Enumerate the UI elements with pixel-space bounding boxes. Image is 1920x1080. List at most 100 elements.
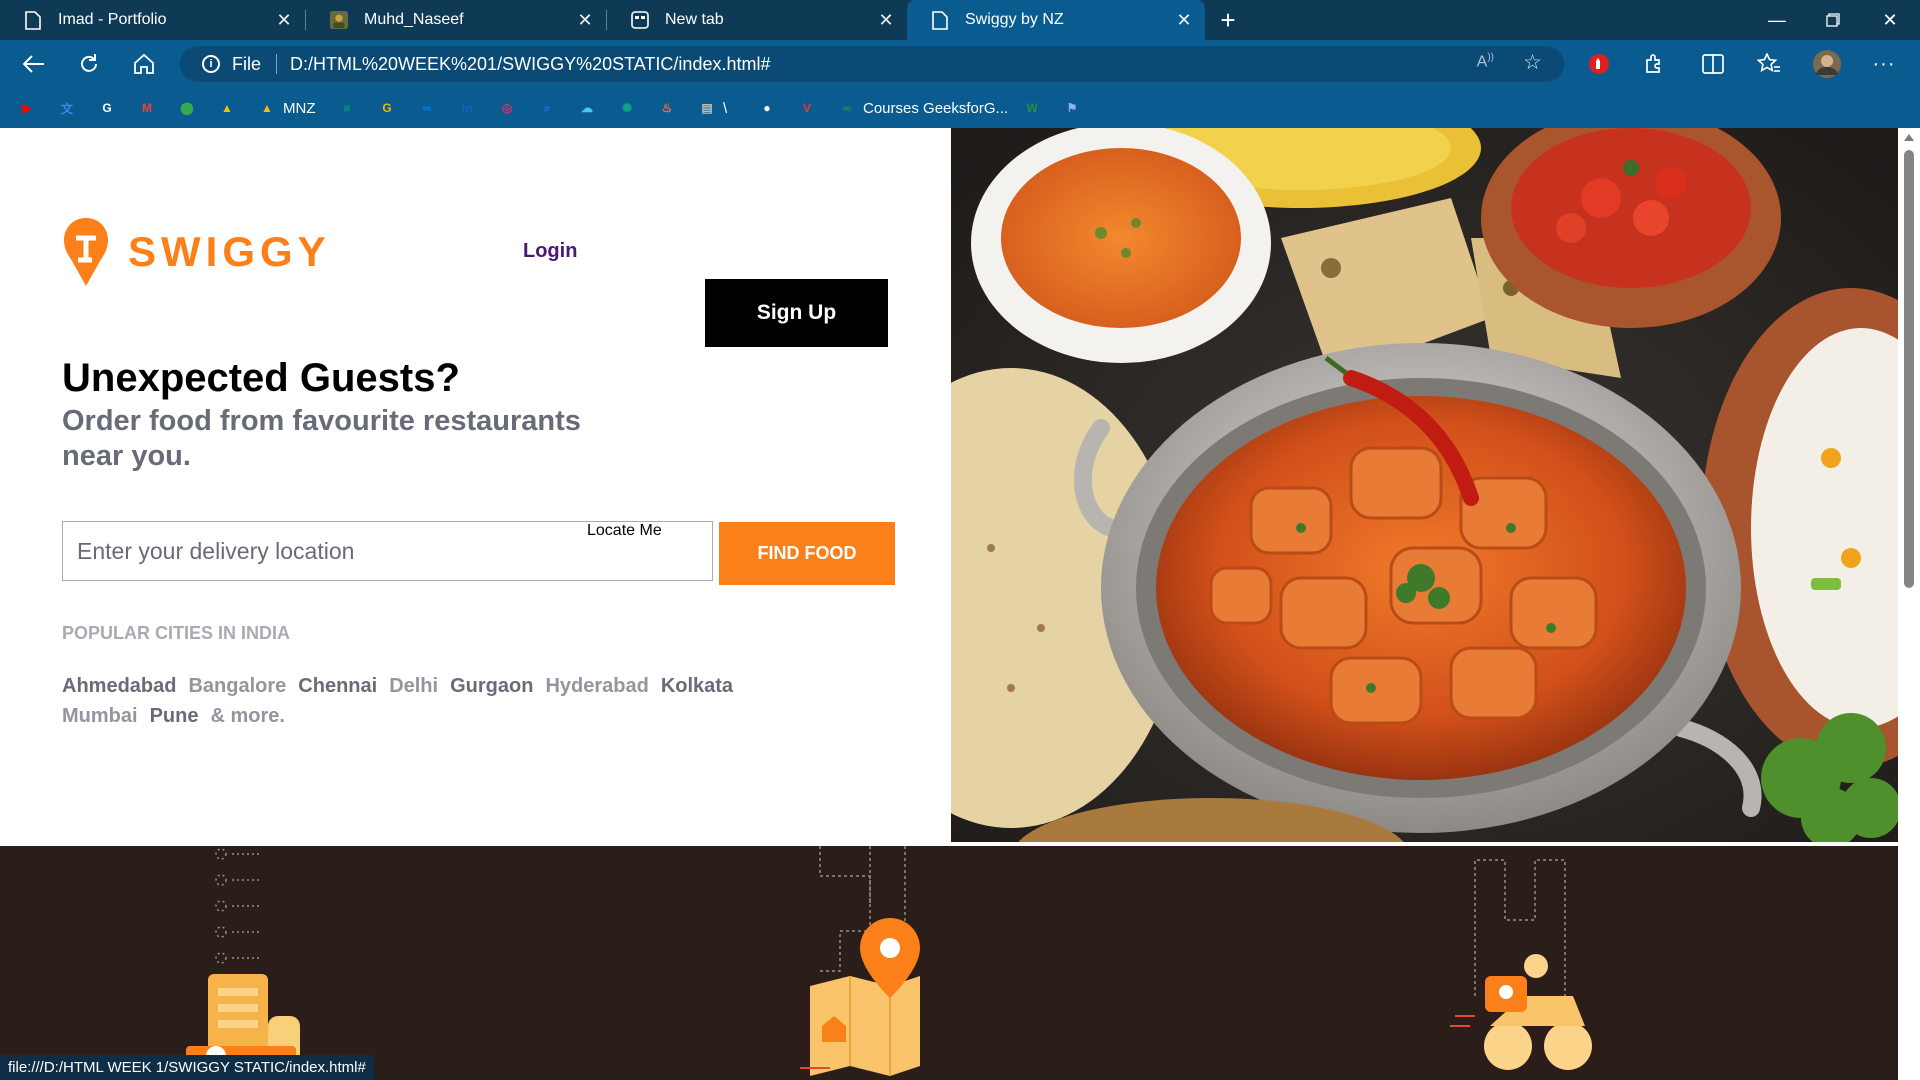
city-link[interactable]: Gurgaon — [450, 671, 533, 701]
bookmarks-bar: ▶ 文 G M ⬤ ▲ ▲ MNZ ■ G ∞ in ◎ ⌕ ☁ ✺ ♨ ▤ \ ● V ∞ Courses Geeksfo… — [0, 88, 1920, 128]
login-link[interactable]: Login — [523, 240, 577, 263]
profile-button[interactable] — [1811, 48, 1843, 80]
new-tab-icon — [631, 10, 649, 30]
w-icon: W — [1026, 101, 1038, 115]
city-link[interactable]: & more. — [210, 701, 284, 731]
features-illustrations — [186, 846, 1592, 1080]
drive-icon: ▲ — [221, 101, 233, 115]
city-link[interactable]: Hyderabad — [545, 671, 648, 701]
g-icon: G — [382, 101, 392, 115]
favorites-button[interactable] — [1753, 48, 1785, 80]
close-icon[interactable]: ✕ — [574, 9, 596, 31]
bookmark-item[interactable]: ● — [758, 98, 776, 118]
delivery-location-field[interactable]: Locate Me — [62, 521, 713, 581]
delivery-location-input[interactable] — [77, 536, 557, 566]
bookmark-item[interactable]: ⬤ — [178, 98, 196, 118]
refresh-icon — [81, 54, 97, 72]
github-icon: ● — [763, 101, 771, 115]
city-link[interactable]: Mumbai — [62, 701, 138, 731]
locate-me-button[interactable]: Locate Me — [587, 522, 662, 540]
city-link[interactable]: Pune — [150, 701, 199, 731]
city-link[interactable]: Bangalore — [188, 671, 286, 701]
bookmark-item[interactable]: ⌕ — [538, 98, 556, 118]
bookmark-item[interactable]: ⚑ — [1063, 98, 1081, 118]
new-tab-button[interactable]: + — [1210, 0, 1246, 40]
find-food-button[interactable]: FIND FOOD — [719, 522, 895, 585]
info-icon[interactable]: i — [202, 55, 220, 73]
bookmark-item[interactable]: M — [138, 98, 156, 118]
profile-avatar-icon — [1813, 50, 1841, 78]
tab-new-tab[interactable]: New tab ✕ — [607, 0, 907, 40]
read-aloud-icon[interactable]: A)) — [1477, 52, 1494, 71]
swiggy-logo[interactable]: SWIGGY — [62, 216, 331, 288]
bookmark-item[interactable]: in — [458, 98, 476, 118]
close-icon[interactable]: ✕ — [273, 9, 295, 31]
scroll-thumb[interactable] — [1904, 150, 1914, 588]
linkedin-icon: in — [461, 101, 473, 115]
bookmark-item[interactable]: ▲ — [218, 98, 236, 118]
bookmark-item[interactable]: V — [798, 98, 816, 118]
bookmark-item[interactable]: ◎ — [498, 98, 516, 118]
signup-button[interactable]: Sign Up — [705, 279, 888, 347]
city-link[interactable]: Kolkata — [661, 671, 733, 701]
bookmark-item[interactable]: ▶ — [18, 98, 36, 118]
chatgpt-icon: ✺ — [621, 101, 633, 115]
vidyard-icon: V — [802, 101, 811, 115]
address-bar[interactable]: i File D:/HTML%20WEEK%201/SWIGGY%20STATI… — [180, 46, 1564, 82]
order-illustration-icon — [186, 848, 300, 1080]
bookmark-item[interactable]: ▲ MNZ — [258, 98, 315, 118]
tab-title: Muhd_Naseef — [364, 11, 464, 28]
tab-title: Imad - Portfolio — [58, 11, 167, 28]
back-button[interactable] — [16, 46, 52, 82]
flag-icon: ⚑ — [1066, 101, 1078, 115]
split-screen-button[interactable] — [1697, 48, 1729, 80]
refresh-button[interactable] — [71, 46, 107, 82]
maps-icon: ⬤ — [180, 101, 194, 115]
bookmark-item[interactable]: G — [98, 98, 116, 118]
home-button[interactable] — [126, 46, 162, 82]
close-window-button[interactable]: ✕ — [1862, 0, 1918, 40]
bookmark-item[interactable]: ✺ — [618, 98, 636, 118]
scroll-up-arrow-icon[interactable] — [1904, 134, 1914, 141]
gmail-icon: M — [142, 101, 152, 115]
tab-muhd-naseef[interactable]: Muhd_Naseef ✕ — [306, 0, 606, 40]
url-divider — [276, 54, 277, 74]
youtube-icon: ▶ — [22, 101, 32, 115]
translate-icon: 文 — [60, 101, 73, 116]
tab-swiggy-by-nz[interactable]: Swiggy by NZ ✕ — [907, 0, 1205, 40]
close-icon[interactable]: ✕ — [1173, 9, 1195, 31]
popular-cities-title: POPULAR CITIES IN INDIA — [62, 623, 291, 643]
page-scrollbar[interactable] — [1898, 128, 1920, 1080]
back-arrow-icon — [23, 55, 44, 73]
city-link[interactable]: Chennai — [298, 671, 377, 701]
google-icon: G — [102, 101, 112, 115]
bookmark-item[interactable]: ■ — [338, 98, 356, 118]
url-text[interactable]: D:/HTML%20WEEK%201/SWIGGY%20STATIC/index… — [290, 54, 770, 75]
bookmark-item[interactable]: ∞ Courses GeeksforG... — [838, 98, 1008, 118]
bookmark-item[interactable]: ☁ — [578, 98, 596, 118]
bookmark-item[interactable]: 文 — [58, 98, 76, 118]
tab-imad-portfolio[interactable]: Imad - Portfolio ✕ — [0, 0, 305, 40]
address-toolbar: i File D:/HTML%20WEEK%201/SWIGGY%20STATI… — [0, 40, 1920, 88]
more-menu-button[interactable]: ··· — [1868, 48, 1900, 80]
page-icon — [931, 10, 949, 30]
restore-icon — [1826, 13, 1840, 27]
restore-button[interactable] — [1805, 0, 1861, 40]
drive-icon: ▲ — [261, 101, 273, 115]
extension-red-button[interactable] — [1583, 48, 1615, 80]
extensions-button[interactable] — [1638, 48, 1670, 80]
hero-section: SWIGGY Login Sign Up Unexpected Guests? … — [0, 128, 1898, 846]
favorite-star-icon[interactable]: ☆ — [1523, 50, 1542, 75]
close-icon[interactable]: ✕ — [875, 9, 897, 31]
city-link[interactable]: Ahmedabad — [62, 671, 176, 701]
food-hero-image — [951, 128, 1898, 842]
bookmark-item[interactable]: ∞ — [418, 98, 436, 118]
bookmark-item[interactable]: W — [1023, 98, 1041, 118]
bookmark-label: Courses GeeksforG... — [863, 99, 1009, 117]
bookmark-item[interactable]: ▤ \ — [698, 98, 727, 118]
features-band — [0, 846, 1898, 1080]
city-link[interactable]: Delhi — [389, 671, 438, 701]
bookmark-item[interactable]: G — [378, 98, 396, 118]
minimize-button[interactable]: — — [1749, 0, 1805, 40]
bookmark-item[interactable]: ♨ — [658, 98, 676, 118]
